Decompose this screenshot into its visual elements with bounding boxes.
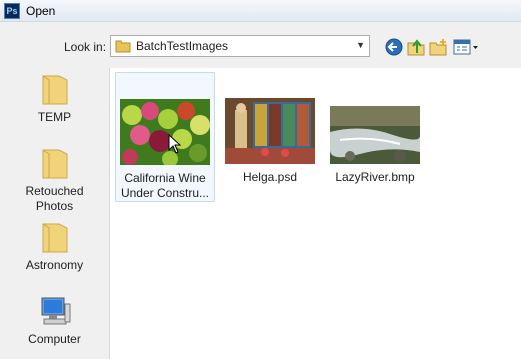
look-in-value: BatchTestImages [136, 39, 229, 53]
location-toolbar: Look in: BatchTestImages ▼ [0, 22, 521, 68]
title-bar: Ps Open [0, 0, 521, 22]
photoshop-app-icon: Ps [4, 3, 20, 19]
file-name: Helga.psd [242, 170, 298, 184]
views-icon[interactable] [452, 37, 480, 57]
chevron-down-icon: ▼ [356, 40, 365, 50]
places-bar: TEMP Retouched Photos Astronomy Computer [0, 68, 109, 359]
look-in-dropdown[interactable]: BatchTestImages ▼ [110, 35, 370, 57]
place-label: Astronomy [25, 258, 84, 272]
place-label: TEMP [37, 110, 72, 124]
new-folder-icon[interactable] [428, 37, 448, 57]
folder-icon [115, 40, 131, 53]
place-computer[interactable]: Computer [0, 294, 109, 346]
file-view: California Wine Under Constru... Helga.p… [109, 68, 521, 359]
file-item-helga[interactable]: Helga.psd [220, 72, 320, 185]
folder-icon [42, 223, 67, 253]
file-item-california-wine[interactable]: California Wine Under Constru... [115, 72, 215, 202]
folder-icon [42, 149, 67, 179]
file-thumbnail [120, 99, 210, 165]
place-label: Computer [28, 332, 81, 346]
file-item-lazyriver[interactable]: LazyRiver.bmp [325, 72, 425, 185]
place-retouched-photos[interactable]: Retouched Photos [0, 146, 109, 214]
mouse-cursor-icon [168, 134, 182, 154]
computer-icon [41, 297, 70, 325]
folder-icon [42, 75, 67, 105]
window-title: Open [26, 4, 56, 18]
file-thumbnail [330, 106, 420, 164]
file-thumbnail [225, 98, 315, 164]
file-name: California Wine Under Constru... [120, 171, 210, 200]
place-label: Retouched Photos [25, 184, 84, 213]
place-astronomy[interactable]: Astronomy [0, 220, 109, 272]
file-name: LazyRiver.bmp [335, 170, 415, 184]
back-icon[interactable] [384, 37, 404, 57]
place-temp[interactable]: TEMP [0, 72, 109, 124]
up-folder-icon[interactable] [406, 37, 426, 57]
look-in-label: Look in: [64, 40, 107, 54]
